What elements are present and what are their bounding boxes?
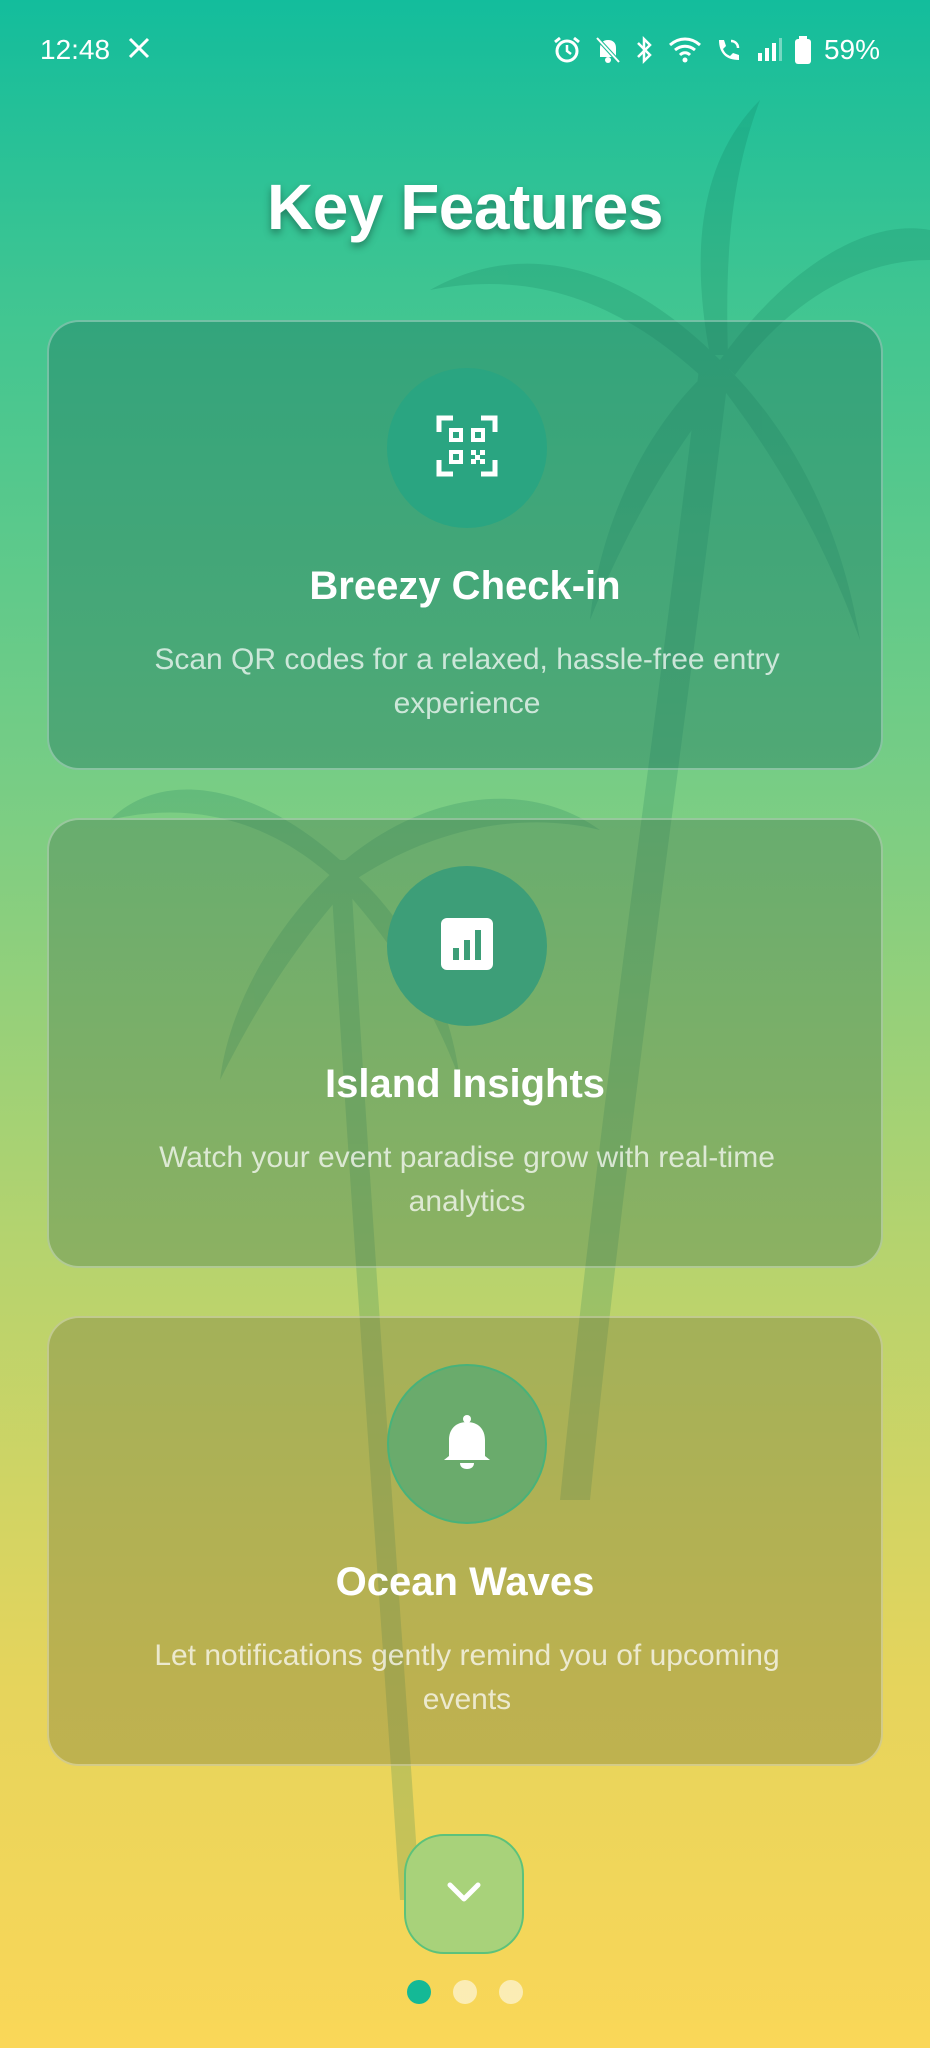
alarm-icon [552, 35, 582, 65]
feature-card-insights: Island Insights Watch your event paradis… [47, 818, 883, 1268]
feature-title: Ocean Waves [335, 1560, 595, 1604]
analytics-chart-icon [439, 916, 495, 977]
scroll-down-button[interactable] [404, 1834, 524, 1954]
feature-card-notifications: Ocean Waves Let notifications gently rem… [47, 1316, 883, 1766]
feature-title: Breezy Check-in [309, 564, 621, 608]
page-title: Key Features [267, 171, 663, 243]
signal-icon [756, 37, 782, 63]
feature-description: Watch your event paradise grow with real… [159, 1141, 775, 1218]
feature-icon-badge [387, 1364, 547, 1524]
feature-card-check-in: Breezy Check-in Scan QR codes for a rela… [47, 320, 883, 770]
page-indicator [0, 1980, 930, 2004]
x-logo-icon [128, 34, 150, 66]
feature-description: Let notifications gently remind you of u… [154, 1639, 780, 1716]
battery-percentage: 59% [823, 34, 880, 65]
feature-description: Scan QR codes for a relaxed, hassle-free… [154, 643, 780, 720]
qr-code-icon [435, 414, 499, 483]
wifi-call-icon [714, 35, 744, 65]
page-dot-1[interactable] [407, 1980, 431, 2004]
wifi-icon [668, 36, 702, 64]
page-dot-2[interactable] [453, 1980, 477, 2004]
mute-icon [594, 35, 622, 65]
feature-icon-badge [387, 368, 547, 528]
chevron-down-icon [446, 1880, 482, 1909]
battery-icon [794, 35, 812, 65]
status-time: 12:48 [40, 34, 111, 65]
bell-icon [441, 1414, 493, 1475]
feature-icon-badge [387, 866, 547, 1026]
bluetooth-icon [634, 35, 656, 65]
status-bar: 12:48 59% [0, 0, 930, 104]
feature-title: Island Insights [324, 1062, 606, 1106]
page-dot-3[interactable] [499, 1980, 523, 2004]
